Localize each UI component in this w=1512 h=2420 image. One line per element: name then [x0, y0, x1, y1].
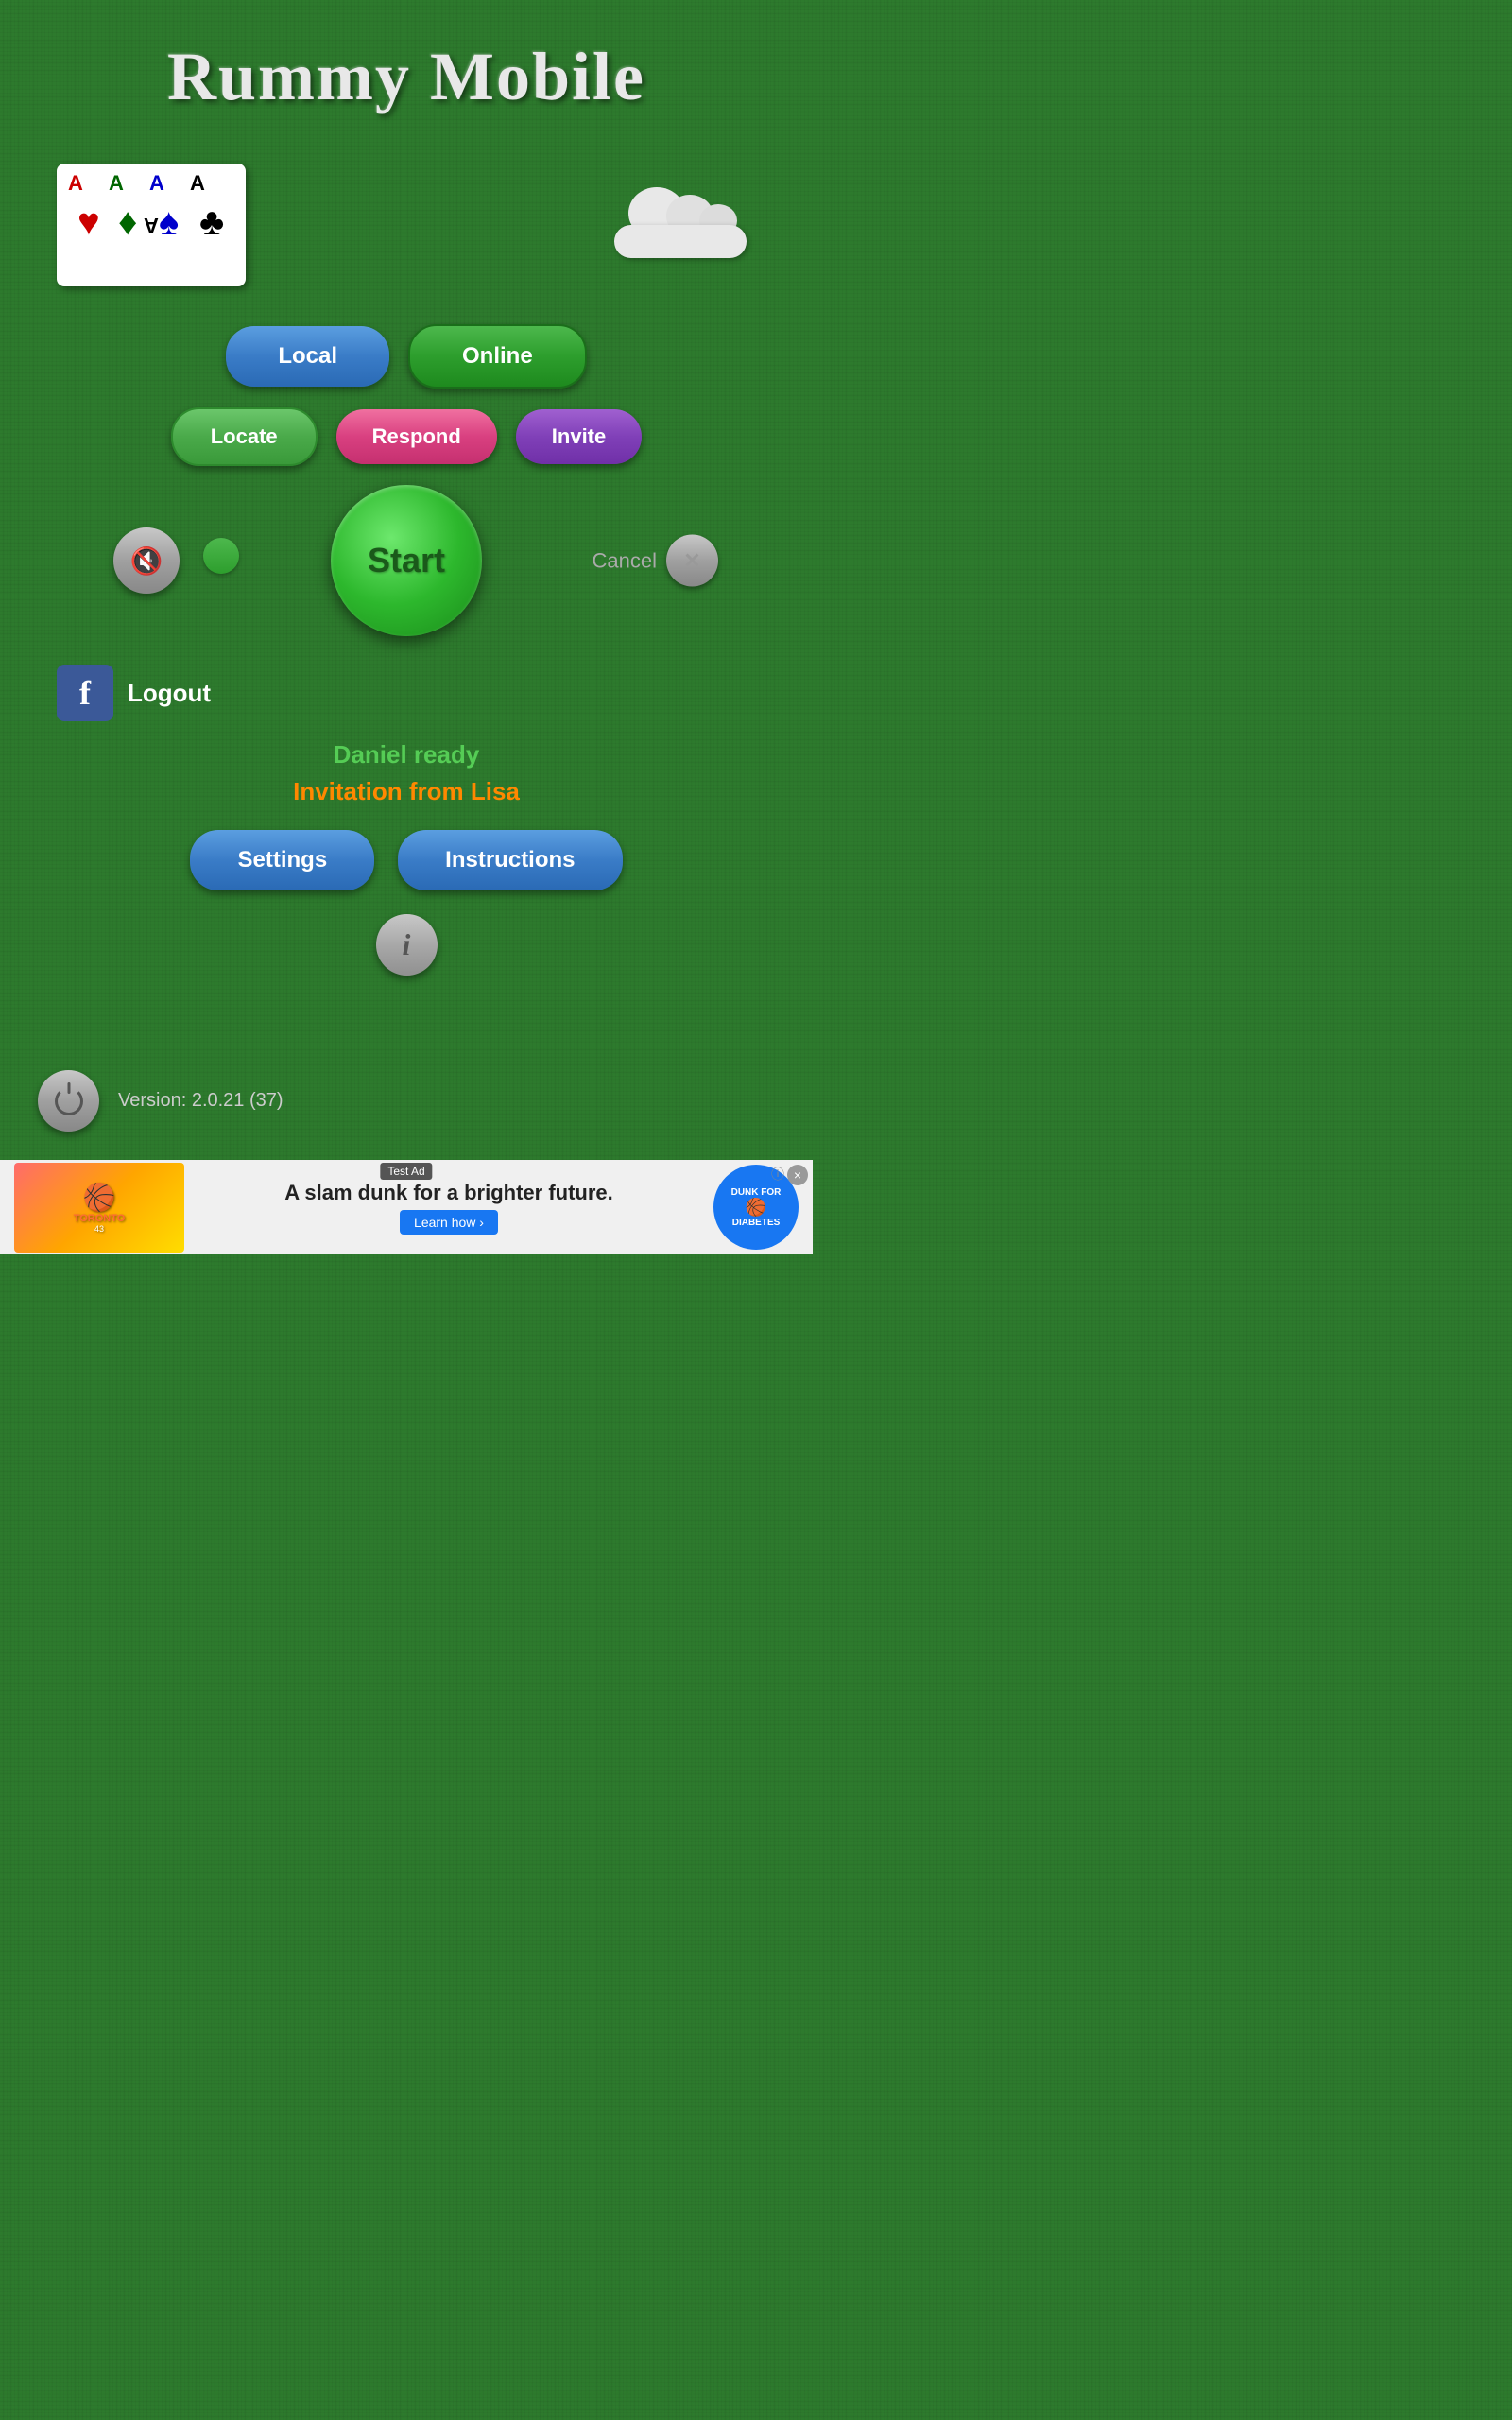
card-suit-3: ♠: [159, 201, 179, 244]
settings-button[interactable]: Settings: [190, 830, 374, 890]
card-label-4: A: [190, 171, 205, 196]
locate-button[interactable]: Locate: [171, 407, 318, 466]
respond-button[interactable]: Respond: [336, 409, 497, 464]
status-section: Daniel ready Invitation from Lisa: [0, 740, 813, 806]
ad-test-label: Test Ad: [380, 1163, 432, 1180]
bottom-buttons-section: Settings Instructions: [0, 830, 813, 890]
primary-mode-row: Local Online: [226, 324, 586, 389]
ad-info-icon[interactable]: ⓘ: [771, 1165, 784, 1184]
cards-image: A A A A ♥ ♦ ♠ ♣ A: [57, 164, 246, 286]
cancel-button[interactable]: ✕: [666, 535, 718, 587]
title-section: Rummy Mobile: [0, 0, 813, 135]
small-dot-decoration: [203, 538, 239, 574]
card-suit-2: ♦: [118, 201, 137, 244]
online-button[interactable]: Online: [408, 324, 587, 389]
ad-image: 🏀 TORONTO 43: [14, 1163, 184, 1253]
ad-text-area: A slam dunk for a brighter future. Learn…: [184, 1181, 713, 1235]
mute-icon: 🔇: [130, 545, 163, 577]
ad-main-text: A slam dunk for a brighter future.: [284, 1181, 613, 1204]
info-button[interactable]: i: [376, 914, 438, 976]
facebook-icon: f: [57, 665, 113, 721]
power-icon: [55, 1087, 83, 1115]
social-section: f Logout: [0, 655, 813, 731]
cancel-area: Cancel ✕: [593, 535, 718, 587]
invite-button[interactable]: Invite: [516, 409, 642, 464]
card-label-2: A: [109, 171, 124, 196]
start-button[interactable]: Start: [331, 485, 482, 636]
start-section: 🔇 Start Cancel ✕: [0, 485, 813, 636]
card-bottom-a: A: [144, 213, 159, 237]
ad-badge: DUNK FOR 🏀 DIABETES: [713, 1165, 799, 1250]
ad-banner: Test Ad 🏀 TORONTO 43 A slam dunk for a b…: [0, 1160, 813, 1254]
info-icon: i: [403, 927, 411, 962]
local-button[interactable]: Local: [226, 326, 389, 387]
app-title: Rummy Mobile: [0, 38, 813, 116]
cancel-label: Cancel: [593, 548, 657, 573]
ad-badge-line1: DUNK FOR: [731, 1187, 782, 1198]
secondary-mode-row: Locate Respond Invite: [171, 407, 643, 466]
cards-section: A A A A ♥ ♦ ♠ ♣ A: [0, 145, 813, 305]
ad-close-button[interactable]: ×: [787, 1165, 808, 1185]
card-suit-1: ♥: [77, 201, 100, 244]
logout-button[interactable]: Logout: [128, 679, 211, 708]
version-text: Version: 2.0.21 (37): [118, 1090, 284, 1112]
mute-button[interactable]: 🔇: [113, 527, 180, 594]
info-section: i: [0, 914, 813, 976]
mode-buttons-section: Local Online Locate Respond Invite: [0, 324, 813, 466]
cloud-decoration: [605, 192, 756, 258]
card-label-1: A: [68, 171, 83, 196]
player-ready-status: Daniel ready: [0, 740, 813, 769]
power-button[interactable]: [38, 1070, 99, 1132]
cancel-icon: ✕: [683, 548, 700, 573]
ad-badge-line2: DIABETES: [732, 1218, 781, 1228]
instructions-button[interactable]: Instructions: [398, 830, 622, 890]
ad-cta-button[interactable]: Learn how ›: [400, 1210, 498, 1235]
version-section: Version: 2.0.21 (37): [0, 1051, 813, 1150]
card-label-3: A: [149, 171, 164, 196]
start-label: Start: [368, 541, 445, 580]
invitation-status: Invitation from Lisa: [0, 777, 813, 806]
card-suit-4: ♣: [199, 201, 224, 244]
